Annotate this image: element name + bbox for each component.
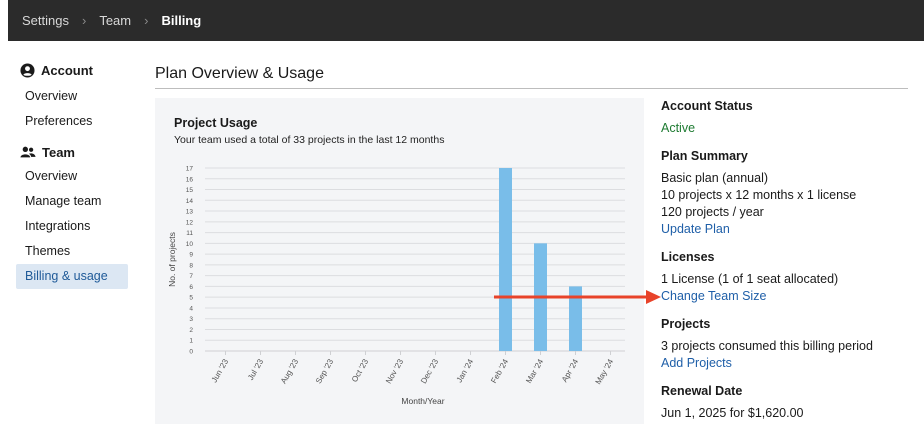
- account-details: Account Status Active Plan Summary Basic…: [661, 99, 911, 422]
- plan-summary-line: 10 projects x 12 months x 1 license: [661, 188, 857, 202]
- account-status-heading: Account Status: [661, 99, 753, 113]
- sidebar-heading-account: Account: [8, 60, 136, 80]
- sidebar-heading-label: Account: [41, 62, 93, 78]
- title-divider: [155, 88, 908, 89]
- projects-line: 3 projects consumed this billing period: [661, 339, 873, 353]
- x-tick-label: Oct '23: [350, 357, 371, 384]
- page-title: Plan Overview & Usage: [155, 65, 324, 82]
- add-projects-link[interactable]: Add Projects: [661, 355, 911, 372]
- x-tick-label: Nov '23: [384, 357, 406, 385]
- x-tick-label: Mar '24: [524, 357, 545, 385]
- y-tick-label: 14: [186, 198, 194, 205]
- renewal-date-line: Jun 1, 2025 for $1,620.00: [661, 406, 804, 420]
- y-tick-label: 7: [189, 273, 193, 280]
- user-circle-icon: [20, 62, 35, 78]
- y-tick-label: 5: [189, 295, 193, 302]
- plan-summary-line: 120 projects / year: [661, 205, 764, 219]
- sidebar-item-integrations[interactable]: Integrations: [8, 214, 136, 239]
- y-tick-label: 6: [189, 284, 193, 291]
- plan-summary-line: Basic plan (annual): [661, 171, 769, 185]
- breadcrumb-billing: Billing: [161, 13, 202, 28]
- y-tick-label: 16: [186, 176, 194, 183]
- change-team-size-link[interactable]: Change Team Size: [661, 288, 911, 305]
- y-axis-title: No. of projects: [167, 232, 177, 287]
- sidebar-item-themes[interactable]: Themes: [8, 239, 136, 264]
- y-tick-label: 13: [186, 209, 194, 216]
- y-tick-label: 15: [186, 187, 194, 194]
- x-tick-label: Jul '23: [246, 357, 266, 382]
- users-icon: [20, 146, 36, 158]
- y-tick-label: 9: [189, 252, 193, 259]
- licenses-line: 1 License (1 of 1 seat allocated): [661, 272, 839, 286]
- x-tick-label: Apr '24: [560, 357, 581, 384]
- project-usage-panel: Project Usage Your team used a total of …: [155, 98, 644, 424]
- projects-heading: Projects: [661, 317, 711, 331]
- sidebar-item-account-overview[interactable]: Overview: [8, 84, 136, 109]
- x-tick-label: Jun '23: [210, 357, 231, 384]
- y-tick-label: 8: [189, 262, 193, 269]
- x-tick-label: Jan '24: [455, 357, 476, 384]
- breadcrumb-team[interactable]: Team: [99, 13, 131, 28]
- project-usage-chart: 01234567891011121314151617Jun '23 Jul '23…: [167, 166, 625, 406]
- account-status-value: Active: [661, 121, 696, 135]
- y-tick-label: 17: [186, 166, 194, 173]
- x-axis-title: Month/Year: [401, 396, 444, 406]
- sidebar-item-team-overview[interactable]: Overview: [8, 164, 136, 189]
- bar: [534, 243, 547, 351]
- plan-summary-heading: Plan Summary: [661, 149, 748, 163]
- bar: [499, 168, 512, 351]
- bar: [569, 286, 582, 351]
- arrow-head: [646, 290, 661, 304]
- x-tick-label: Sep '23: [314, 357, 336, 385]
- x-tick-label: May '24: [594, 357, 616, 386]
- y-tick-label: 3: [189, 316, 193, 323]
- x-tick-label: Dec '23: [419, 357, 441, 385]
- sidebar: Account Overview Preferences Team Overvi…: [8, 60, 136, 289]
- update-plan-link[interactable]: Update Plan: [661, 221, 911, 238]
- renewal-date-heading: Renewal Date: [661, 384, 743, 398]
- sidebar-item-billing-usage[interactable]: Billing & usage: [16, 264, 128, 289]
- sidebar-heading-team: Team: [8, 142, 136, 162]
- sidebar-heading-label: Team: [42, 144, 75, 160]
- breadcrumb-settings[interactable]: Settings: [22, 13, 69, 28]
- x-tick-label: Aug '23: [279, 357, 301, 385]
- y-tick-label: 12: [186, 219, 194, 226]
- y-tick-label: 1: [189, 338, 193, 345]
- sidebar-item-manage-team[interactable]: Manage team: [8, 189, 136, 214]
- y-tick-label: 0: [189, 349, 193, 356]
- y-tick-label: 10: [186, 241, 194, 248]
- top-bar: Settings › Team › Billing: [0, 0, 924, 41]
- licenses-heading: Licenses: [661, 250, 715, 264]
- y-tick-label: 2: [189, 327, 193, 334]
- chevron-right-icon: ›: [81, 13, 87, 28]
- y-tick-label: 11: [186, 230, 193, 237]
- y-tick-label: 4: [189, 305, 193, 312]
- sidebar-item-preferences[interactable]: Preferences: [8, 109, 136, 134]
- chevron-right-icon: ›: [144, 13, 149, 28]
- x-tick-label: Feb '24: [489, 357, 510, 385]
